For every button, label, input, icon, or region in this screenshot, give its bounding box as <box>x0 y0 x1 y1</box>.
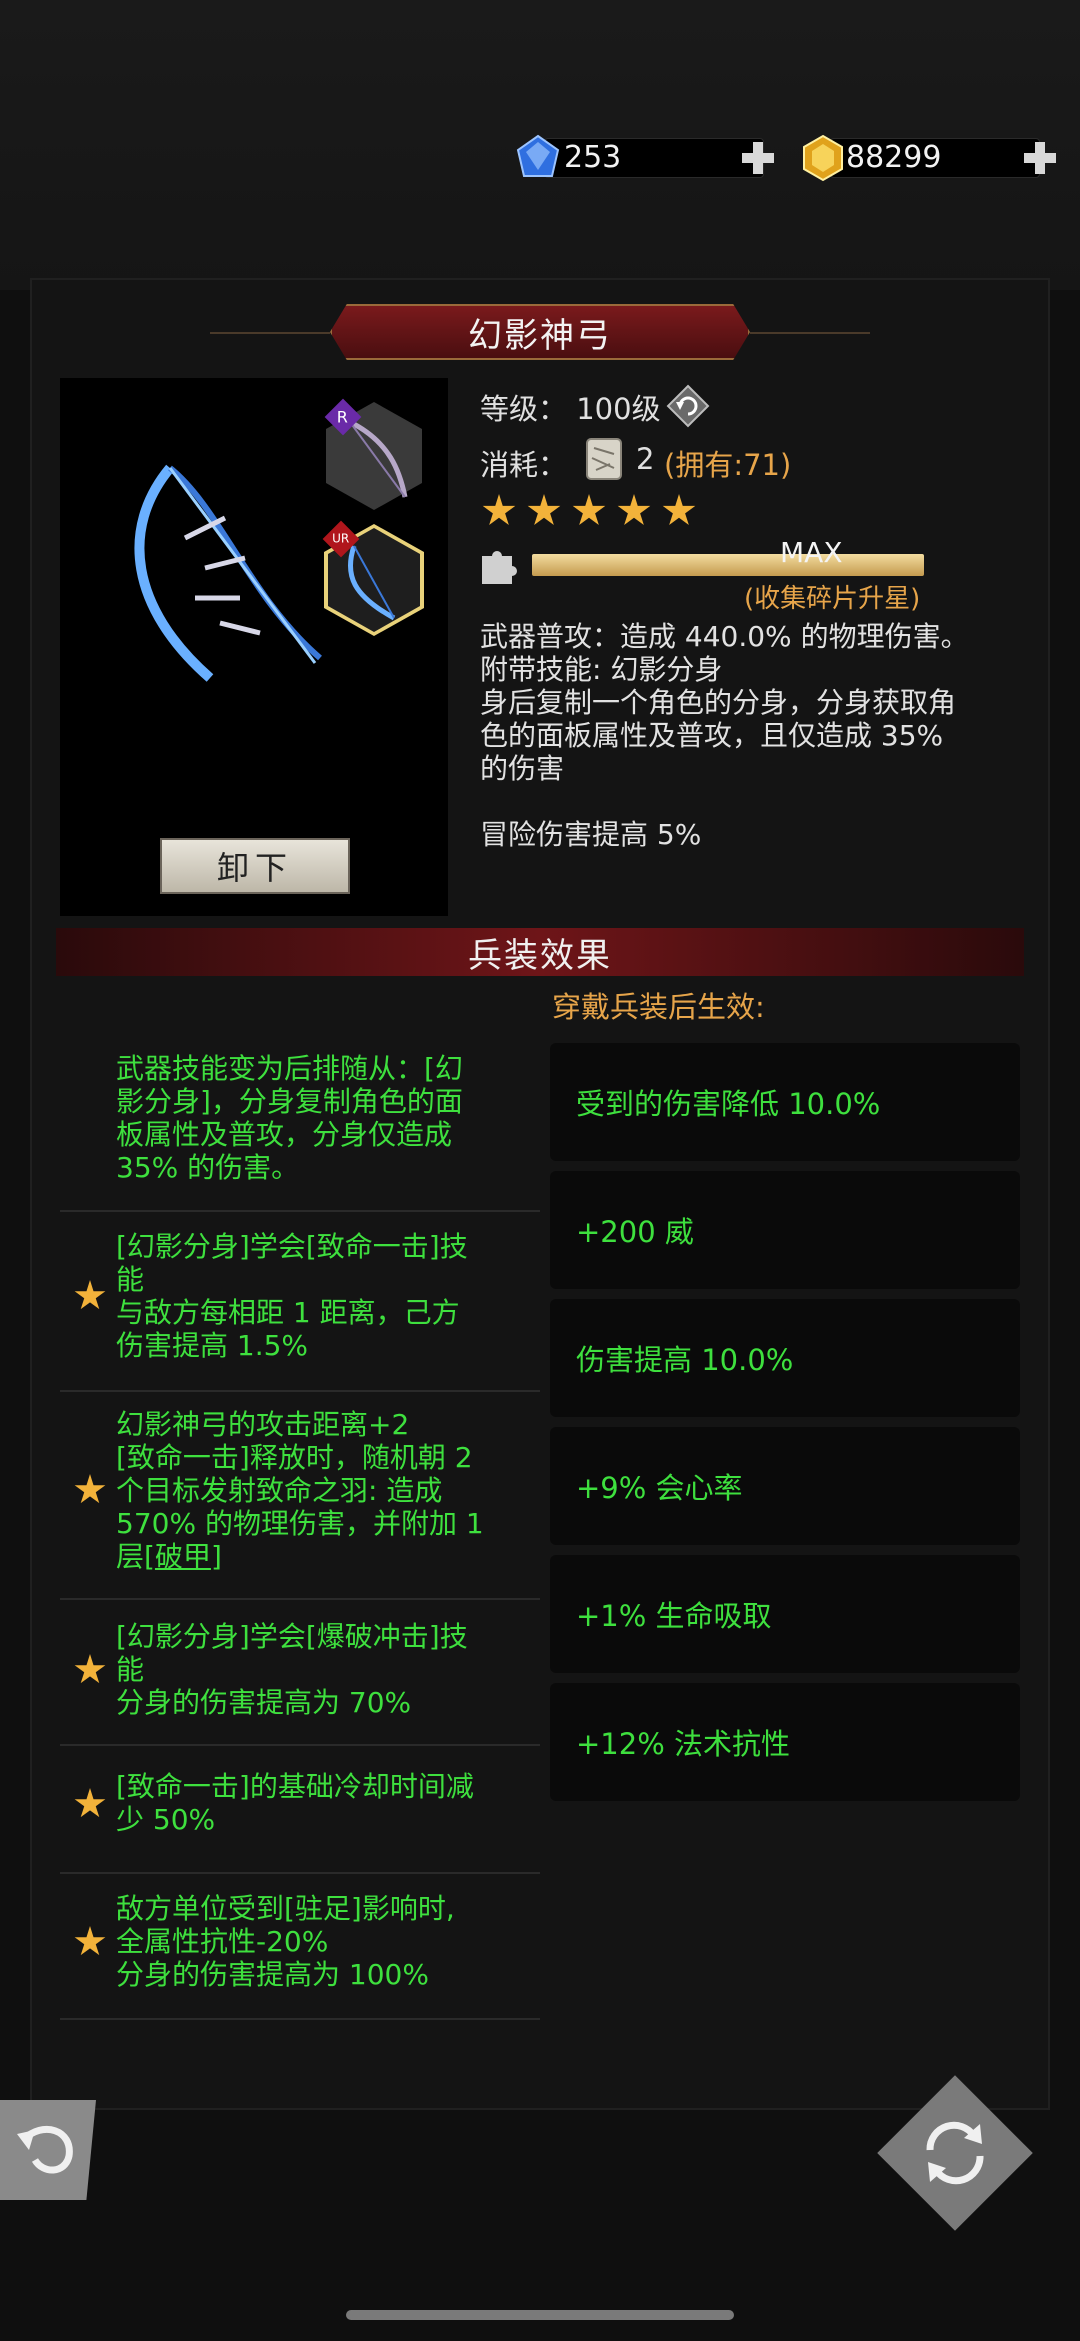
item-title: 幻影神弓 <box>468 315 612 356</box>
star-icon <box>74 1280 106 1310</box>
puzzle-icon <box>482 551 517 584</box>
reset-icon[interactable] <box>666 384 710 428</box>
star-icon <box>74 1926 106 1956</box>
level-row: 等级： 100级 <box>480 386 661 428</box>
home-indicator[interactable] <box>346 2310 734 2320</box>
gem-icon <box>516 134 560 177</box>
stat-box: +12% 法术抗性 <box>550 1683 1020 1801</box>
level-label: 等级： <box>480 392 568 426</box>
effect-item: 武器技能变为后排随从：[幻 影分身]，分身复制角色的面 板属性及普攻，分身仅造成… <box>116 1052 463 1184</box>
effect-item: [幻影分身]学会[爆破冲击]技 能 分身的伤害提高为 70% <box>60 1620 540 1730</box>
effect-divider <box>60 1744 540 1746</box>
item-description: 武器普攻：造成 440.0% 的物理伤害。 附带技能: 幻影分身 身后复制一个角… <box>480 620 1020 851</box>
item-title-banner: 幻影神弓 <box>330 304 750 360</box>
effect-divider <box>60 1598 540 1600</box>
fragment-icon <box>586 438 622 480</box>
star-icon <box>74 1654 106 1684</box>
stat-box: +200 威 <box>550 1171 1020 1289</box>
unequip-button[interactable]: 卸下 <box>160 838 350 894</box>
desc-line: 武器普攻：造成 440.0% 的物理伤害。 <box>480 620 969 653</box>
gem-plus-icon[interactable] <box>740 140 776 176</box>
progress-hint: (收集碎片升星) <box>744 584 921 614</box>
gold-icon <box>803 134 843 182</box>
progress-max-label: MAX <box>780 536 843 569</box>
title-ornament-left <box>210 332 330 334</box>
effect-divider <box>60 2018 540 2020</box>
swap-icon <box>926 2121 984 2185</box>
desc-line: 色的面板属性及普攻，且仅造成 35% <box>480 719 944 752</box>
gold-amount: 88299 <box>846 140 942 175</box>
effect-divider <box>60 1390 540 1392</box>
back-arrow-icon <box>17 2126 73 2174</box>
gem-currency: 253 <box>514 134 784 182</box>
stat-box: +9% 会心率 <box>550 1427 1020 1545</box>
bow-image <box>134 464 322 682</box>
effect-item: 幻影神弓的攻击距离+2 [致命一击]释放时，随机朝 2 个目标发射致命之羽: 造… <box>60 1408 540 1578</box>
effects-header: 兵装效果 <box>56 928 1024 976</box>
cost-label: 消耗： <box>480 448 568 482</box>
star-icon <box>74 1788 106 1818</box>
cost-count: 2 <box>636 442 655 476</box>
title-ornament-right <box>750 332 870 334</box>
gem-amount: 253 <box>564 140 622 175</box>
desc-line: 身后复制一个角色的分身，分身获取角 <box>480 686 957 719</box>
cost-owned: (拥有:71) <box>664 448 792 482</box>
cost-row: 消耗： <box>480 442 567 484</box>
gold-plus-icon[interactable] <box>1022 140 1058 176</box>
level-value: 100级 <box>576 392 661 426</box>
adventure-bonus: 冒险伤害提高 5% <box>480 818 702 851</box>
gold-currency: 88299 <box>800 134 1060 182</box>
effect-item: [致命一击]的基础冷却时间减 少 50% <box>60 1770 540 1850</box>
stat-box: 受到的伤害降低 10.0% <box>550 1043 1020 1161</box>
effect-item: 敌方单位受到[驻足]影响时, 全属性抗性-20% 分身的伤害提高为 100% <box>60 1892 540 2002</box>
unequip-label: 卸下 <box>216 849 293 887</box>
effect-item: [幻影分身]学会[致命一击]技 能 与敌方每相距 1 距离，己方 伤害提高 1.… <box>60 1230 540 1370</box>
effect-divider <box>60 1210 540 1212</box>
star-icon <box>74 1474 106 1504</box>
armor-break-link[interactable]: 破甲 <box>155 1540 211 1573</box>
effect-divider <box>60 1872 540 1874</box>
stat-box: 伤害提高 10.0% <box>550 1299 1020 1417</box>
desc-line: 的伤害 <box>480 752 565 785</box>
star-progress-bar <box>532 554 924 576</box>
effects-header-label: 兵装效果 <box>468 935 612 976</box>
effects-subheader: 穿戴兵装后生效: <box>552 990 765 1024</box>
desc-line: 附带技能: 幻影分身 <box>480 653 723 686</box>
stat-box: +1% 生命吸取 <box>550 1555 1020 1673</box>
back-button[interactable] <box>0 2100 96 2200</box>
